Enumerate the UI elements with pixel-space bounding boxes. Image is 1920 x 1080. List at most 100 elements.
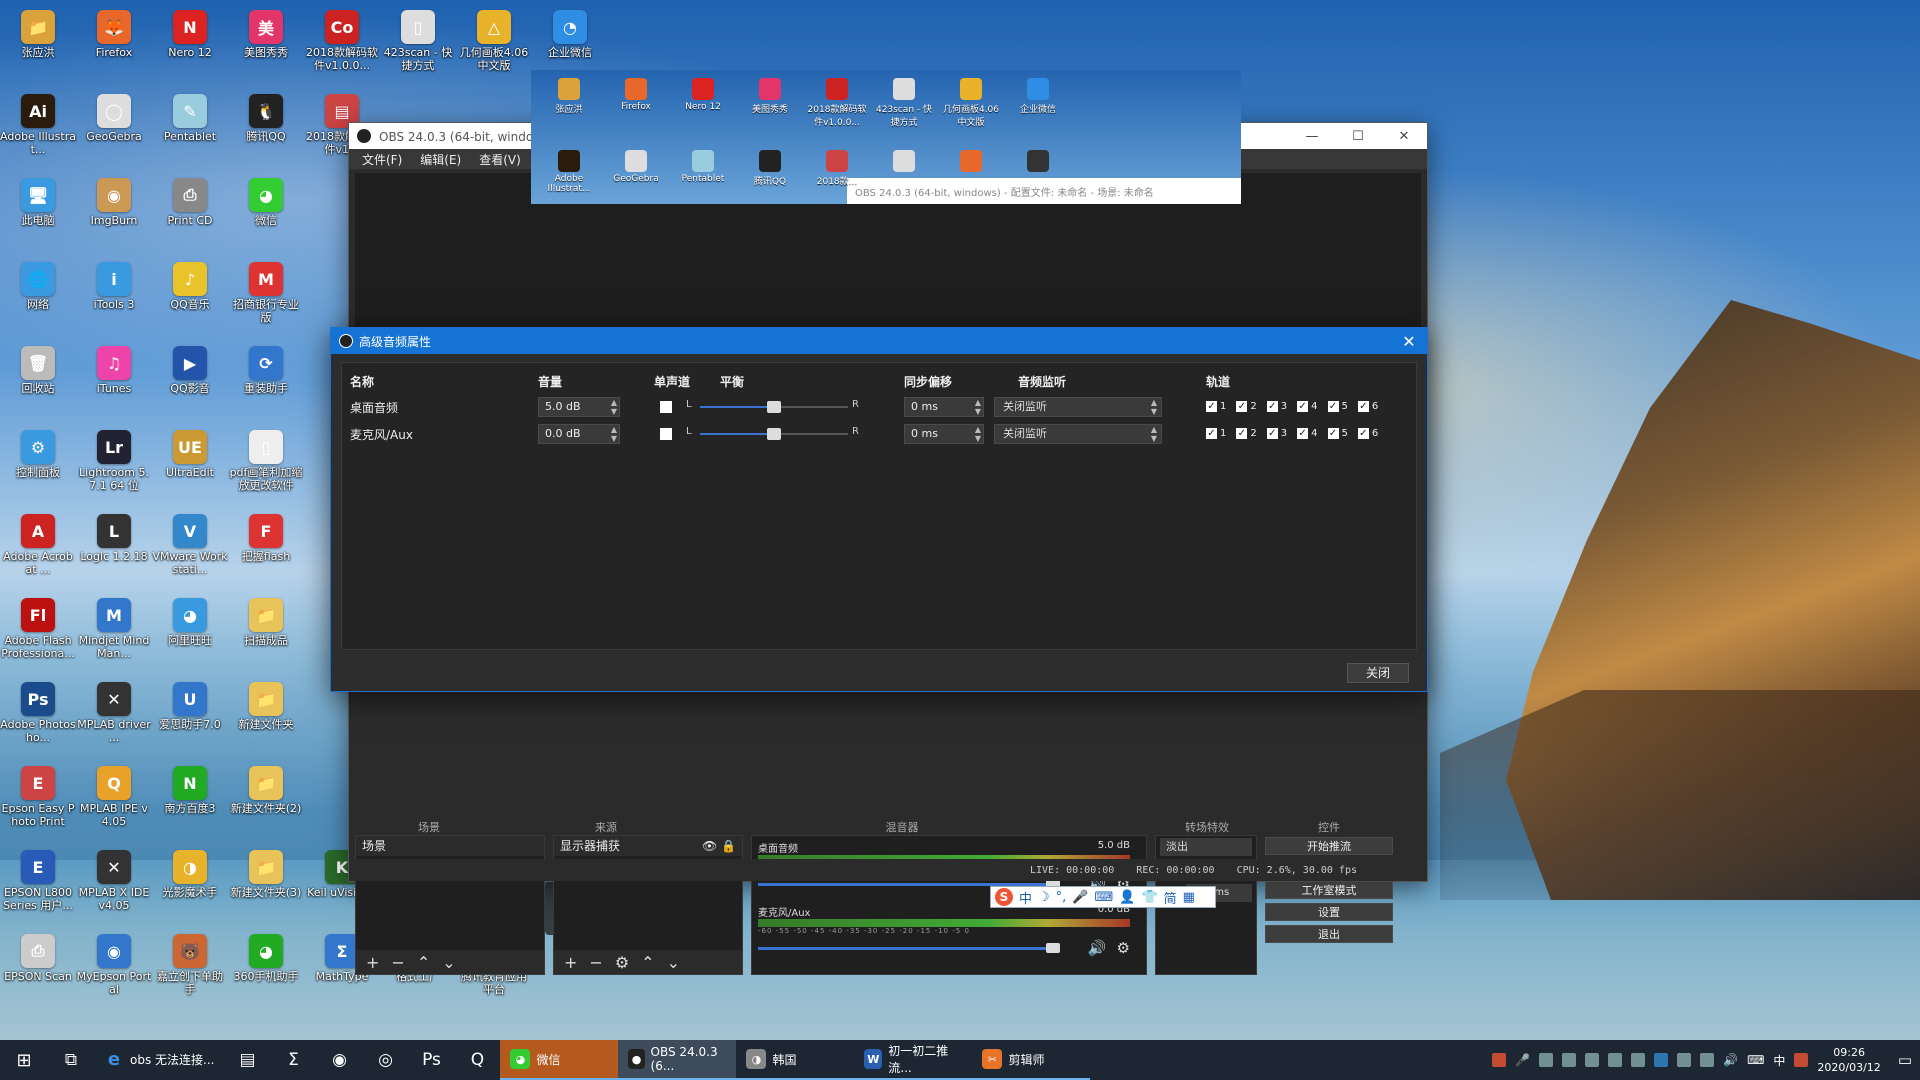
move-down-icon[interactable]: ⌄ bbox=[667, 953, 680, 972]
desktop-icon[interactable]: E Epson Easy Photo Print bbox=[0, 764, 76, 828]
desktop-icon[interactable]: 📁 新建文件夹 bbox=[228, 680, 304, 731]
menu-item[interactable]: 编辑(E) bbox=[411, 151, 470, 168]
desktop-icon[interactable]: U 爱思助手7.0 bbox=[152, 680, 228, 731]
ime-button[interactable]: 简 bbox=[1164, 888, 1177, 907]
ime-button[interactable]: °, bbox=[1056, 890, 1067, 905]
desktop-icon[interactable]: UE UltraEdit bbox=[152, 428, 228, 479]
mono-checkbox[interactable] bbox=[660, 428, 672, 440]
desktop-icon[interactable]: ♫ iTunes bbox=[76, 344, 152, 395]
desktop-icon[interactable]: Ai Adobe Illustrat... bbox=[0, 92, 76, 156]
desktop-icon[interactable]: ⎙ EPSON Scan bbox=[0, 932, 76, 983]
taskbar-app-button[interactable]: ✂ 剪辑师 bbox=[972, 1040, 1091, 1080]
checkbox-check-icon[interactable]: ✓ bbox=[1357, 401, 1369, 412]
bluetooth-tray-icon[interactable] bbox=[1654, 1053, 1669, 1067]
firefox-icon[interactable]: ◉ bbox=[316, 1040, 362, 1080]
desktop-icon[interactable]: ✕ MPLAB X IDE v4.05 bbox=[76, 848, 152, 912]
desktop-icon[interactable]: ◕ 阿里旺旺 bbox=[152, 596, 228, 647]
desktop-icon[interactable]: E EPSON L800 Series 用户... bbox=[0, 848, 76, 912]
fader-track[interactable] bbox=[758, 947, 1050, 950]
sogou-tray-icon[interactable] bbox=[1492, 1053, 1507, 1067]
balance-slider[interactable]: LR bbox=[686, 399, 862, 415]
ime-button[interactable]: 🎤 bbox=[1072, 890, 1088, 905]
minimize-button[interactable]: — bbox=[1289, 123, 1335, 149]
desktop-icon[interactable]: 📁 张应洪 bbox=[0, 8, 76, 59]
sync-offset-spinbox[interactable]: 0 ms ▲ ▼ bbox=[904, 397, 984, 417]
desktop-icon[interactable]: ◕ 360手机助手 bbox=[228, 932, 304, 983]
notification-icon[interactable]: ▭ bbox=[1898, 1051, 1912, 1069]
ime-button[interactable]: 👤 bbox=[1119, 890, 1135, 905]
track-checkbox[interactable]: ✓ 4 bbox=[1297, 401, 1318, 412]
desktop-icon[interactable]: Ps Adobe Photosho... bbox=[0, 680, 76, 744]
tray-icon[interactable] bbox=[1562, 1053, 1577, 1067]
spin-arrows-icon[interactable]: ▲ ▼ bbox=[975, 425, 981, 443]
desktop-icon[interactable]: Co 2018款解码软件v1.0.0... bbox=[304, 8, 380, 72]
desktop-icon[interactable]: ▯ pdf画笔利加缩放更改软件 bbox=[228, 428, 304, 492]
maximize-button[interactable]: ☐ bbox=[1335, 123, 1381, 149]
sogou-ime-icon[interactable] bbox=[1794, 1053, 1809, 1067]
desktop-icon[interactable]: M Mindjet MindMan... bbox=[76, 596, 152, 660]
checkbox-check-icon[interactable]: ✓ bbox=[1297, 401, 1309, 412]
ime-button[interactable]: 中 bbox=[1019, 888, 1032, 907]
control-button[interactable]: 设置 bbox=[1265, 903, 1393, 921]
visibility-eye-icon[interactable]: 👁 bbox=[702, 839, 717, 853]
desktop-icon[interactable]: ⚙ 控制面板 bbox=[0, 428, 76, 479]
input-language-indicator[interactable]: 中 bbox=[1773, 1052, 1785, 1069]
mathtype-icon[interactable]: Σ bbox=[270, 1040, 316, 1080]
tray-icon[interactable] bbox=[1631, 1053, 1646, 1067]
dialog-close-icon[interactable]: ✕ bbox=[1391, 332, 1427, 351]
track-checkbox[interactable]: ✓ 5 bbox=[1327, 428, 1348, 439]
track-checkbox[interactable]: ✓ 4 bbox=[1297, 428, 1318, 439]
move-up-icon[interactable]: ⌃ bbox=[417, 953, 430, 972]
checkbox-check-icon[interactable]: ✓ bbox=[1206, 401, 1217, 412]
desktop-icon[interactable]: N Nero 12 bbox=[152, 8, 228, 59]
mic-tray-icon[interactable]: 🎤 bbox=[1515, 1053, 1530, 1067]
checkbox-check-icon[interactable]: ✓ bbox=[1236, 401, 1248, 412]
taskbar-app-button[interactable]: ◕ 微信 bbox=[500, 1040, 619, 1080]
taskbar-app-button[interactable]: W 初一初二推流... bbox=[854, 1040, 973, 1080]
desktop-icon[interactable]: ▯ 423scan - 快捷方式 bbox=[380, 8, 456, 72]
sync-offset-spinbox[interactable]: 0 ms ▲ ▼ bbox=[904, 424, 984, 444]
track-checkbox[interactable]: ✓ 5 bbox=[1327, 401, 1348, 412]
qq-browser-icon[interactable]: Q bbox=[454, 1040, 500, 1080]
start-button[interactable]: ⊞ bbox=[0, 1040, 48, 1080]
taskbar-edge-search[interactable]: e obs 无法连接... bbox=[94, 1040, 224, 1080]
volume-spinbox[interactable]: 0.0 dB ▲ ▼ bbox=[538, 424, 620, 444]
desktop-icon[interactable]: ✕ MPLAB driver ... bbox=[76, 680, 152, 744]
scene-list-item[interactable]: 场景 bbox=[356, 836, 544, 856]
desktop-icon[interactable]: ✎ Pentablet bbox=[152, 92, 228, 143]
speaker-mute-icon[interactable]: 🔊 bbox=[1088, 939, 1107, 957]
menu-item[interactable]: 文件(F) bbox=[353, 151, 411, 168]
desktop-icon[interactable]: i iTools 3 bbox=[76, 260, 152, 311]
tray-icon[interactable] bbox=[1539, 1053, 1554, 1067]
ime-button[interactable]: ▦ bbox=[1183, 890, 1195, 905]
desktop-icon[interactable]: M 招商银行专业版 bbox=[228, 260, 304, 324]
checkbox-check-icon[interactable]: ✓ bbox=[1266, 401, 1278, 412]
desktop-icon[interactable]: ♪ QQ音乐 bbox=[152, 260, 228, 311]
desktop-icon[interactable]: Fl Adobe Flash Professiona... bbox=[0, 596, 76, 660]
close-window-button[interactable]: ✕ bbox=[1381, 123, 1427, 149]
desktop-icon[interactable]: 📁 新建文件夹(2) bbox=[228, 764, 304, 815]
desktop-icon[interactable]: ⟳ 重装助手 bbox=[228, 344, 304, 395]
desktop-icon[interactable]: ◉ ImgBurn bbox=[76, 176, 152, 227]
keyboard-tray-icon[interactable]: ⌨ bbox=[1747, 1053, 1764, 1067]
desktop-icon[interactable]: ◔ 企业微信 bbox=[532, 8, 608, 59]
desktop-icon[interactable]: 🐻 嘉立创下单助手 bbox=[152, 932, 228, 996]
desktop-icon[interactable]: Q MPLAB IPE v4.05 bbox=[76, 764, 152, 828]
taskbar-app-button[interactable]: ◑ 韩国 bbox=[736, 1040, 855, 1080]
desktop-icon[interactable]: ⎙ Print CD bbox=[152, 176, 228, 227]
tray-icon[interactable] bbox=[1677, 1053, 1692, 1067]
desktop-icon[interactable]: 美美图秀秀 bbox=[228, 8, 304, 59]
desktop-icon[interactable]: ◑ 光影魔术手 bbox=[152, 848, 228, 899]
remove-scene-icon[interactable]: − bbox=[391, 953, 404, 972]
taskbar-app-button[interactable]: ● OBS 24.0.3 (6... bbox=[618, 1040, 737, 1080]
checkbox-check-icon[interactable]: ✓ bbox=[1297, 428, 1309, 439]
control-button[interactable]: 开始推流 bbox=[1265, 837, 1393, 855]
mono-checkbox[interactable] bbox=[660, 401, 672, 413]
desktop-icon[interactable]: F 把握flash bbox=[228, 512, 304, 563]
move-up-icon[interactable]: ⌃ bbox=[641, 953, 654, 972]
move-down-icon[interactable]: ⌄ bbox=[442, 953, 455, 972]
ime-button[interactable]: ⌨ bbox=[1095, 890, 1114, 905]
desktop-icon[interactable]: △ 几何画板4.06中文版 bbox=[456, 8, 532, 72]
ime-button[interactable]: ☽ bbox=[1038, 890, 1050, 905]
mixer-gear-icon[interactable]: ⚙ bbox=[1117, 939, 1130, 957]
